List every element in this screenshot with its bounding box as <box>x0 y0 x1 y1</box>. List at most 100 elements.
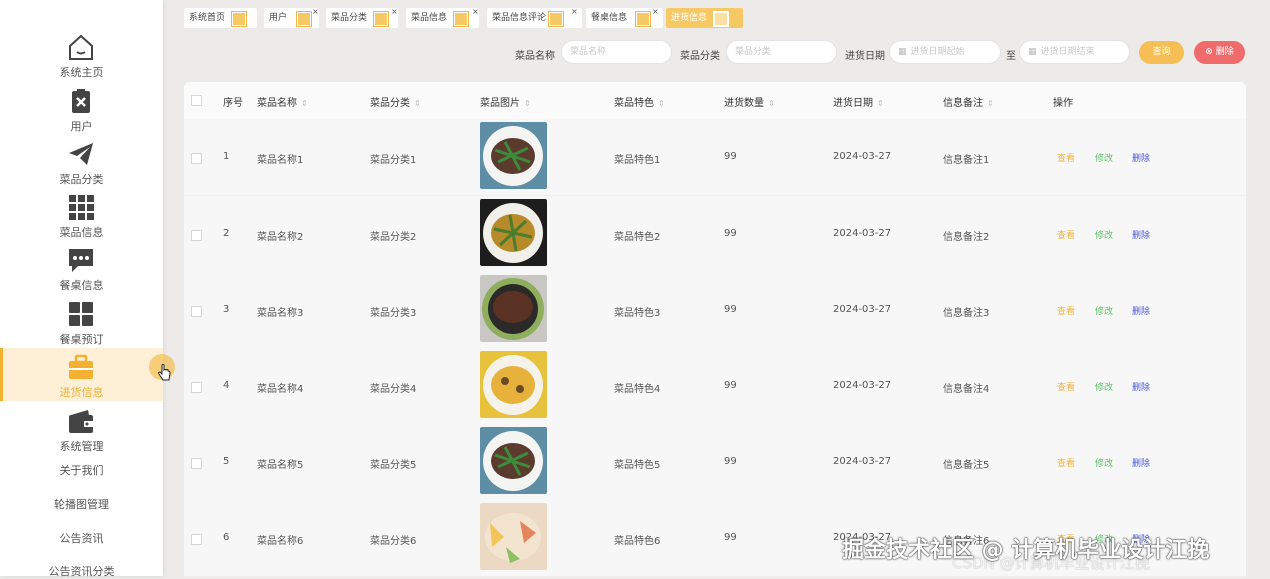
row-checkbox[interactable] <box>191 534 202 545</box>
dish-image[interactable] <box>480 503 547 570</box>
search-category-input[interactable]: 菜品分类 <box>726 40 837 64</box>
close-icon[interactable]: × <box>391 2 398 22</box>
date-start-input[interactable]: ▦ 进货日期起始 <box>889 40 1001 64</box>
tab-dish-category[interactable]: 菜品分类 × <box>326 7 398 28</box>
edit-link[interactable]: 修改 <box>1095 456 1113 469</box>
delete-link[interactable]: 删除 <box>1132 228 1150 241</box>
sort-icon[interactable]: ⇕ <box>877 99 884 108</box>
sidebar-item-label: 餐桌预订 <box>59 333 104 346</box>
tab-page-icon <box>373 11 389 27</box>
edit-link[interactable]: 修改 <box>1095 228 1113 241</box>
sidebar-link-about[interactable]: 关于我们 <box>0 462 163 478</box>
cell-category: 菜品分类3 <box>370 308 417 319</box>
select-all-checkbox[interactable] <box>191 95 202 106</box>
purchase-table: 序号 菜品名称 ⇕ 菜品分类 ⇕ 菜品图片 ⇕ 菜品特色 ⇕ 进货数量 ⇕ 进货日期 ⇕ 信… <box>184 82 1246 577</box>
sidebar-item-label: 系统管理 <box>59 440 104 453</box>
delete-circle-icon: ⊗ <box>1205 47 1216 57</box>
table-row: 2 菜品名称2 菜品分类2 菜品特色2 99 2024-03-27 信息备注2 … <box>184 196 1246 273</box>
cell-category: 菜品分类4 <box>370 384 417 395</box>
view-link[interactable]: 查看 <box>1057 380 1075 393</box>
view-link[interactable]: 查看 <box>1057 304 1075 317</box>
delete-button[interactable]: ⊗ 删除 <box>1194 41 1245 64</box>
close-icon[interactable]: × <box>652 2 659 22</box>
sort-icon[interactable]: ⇕ <box>524 99 531 108</box>
sidebar-item-purchase-info[interactable]: 进货信息 <box>0 348 163 401</box>
tab-label: 菜品信息评论 <box>492 13 547 23</box>
date-end-input[interactable]: ▦ 进货日期结束 <box>1019 40 1130 64</box>
sort-icon[interactable]: ⇕ <box>301 99 308 108</box>
cell-feature: 菜品特色1 <box>614 155 661 166</box>
search-date-label: 进货日期 <box>845 51 885 62</box>
edit-link[interactable]: 修改 <box>1095 151 1113 164</box>
search-button[interactable]: 查询 <box>1139 41 1184 64</box>
sidebar-item-dish-info[interactable]: 菜品信息 <box>0 188 163 241</box>
cell-date: 2024-03-27 <box>833 228 892 239</box>
dish-image[interactable] <box>480 351 547 418</box>
cell-date: 2024-03-27 <box>833 380 892 391</box>
sidebar: 系统主页 用户 菜品分类 菜品信息 餐桌信息 餐桌预订 进货信息 系统管理 关于… <box>0 0 163 579</box>
tab-label: 菜品信息 <box>411 13 448 23</box>
cell-index: 2 <box>223 228 230 239</box>
row-checkbox[interactable] <box>191 458 202 469</box>
sidebar-item-home[interactable]: 系统主页 <box>0 28 163 81</box>
edit-link[interactable]: 修改 <box>1095 380 1113 393</box>
cell-qty: 99 <box>724 151 737 162</box>
tab-home[interactable]: 系统首页 <box>184 8 257 28</box>
row-checkbox[interactable] <box>191 382 202 393</box>
sidebar-link-news-category[interactable]: 公告资讯分类 <box>0 563 163 579</box>
sidebar-link-carousel[interactable]: 轮播图管理 <box>0 496 163 512</box>
tab-dish-comment[interactable]: 菜品信息评论 × <box>487 7 582 28</box>
sort-icon[interactable]: ⇕ <box>987 99 994 108</box>
tab-dish-info[interactable]: 菜品信息 × <box>406 7 479 28</box>
home-icon <box>69 34 93 60</box>
view-link[interactable]: 查看 <box>1057 151 1075 164</box>
edit-link[interactable]: 修改 <box>1095 304 1113 317</box>
header-label: 菜品名称 <box>257 98 297 109</box>
header-feature[interactable]: 菜品特色 ⇕ <box>614 94 665 109</box>
table-row: 3 菜品名称3 菜品分类3 菜品特色3 99 2024-03-27 信息备注3 … <box>184 272 1246 349</box>
table-row: 1 菜品名称1 菜品分类1 菜品特色1 99 2024-03-27 信息备注1 … <box>184 119 1246 196</box>
sort-icon[interactable]: ⇕ <box>658 99 665 108</box>
dish-image[interactable] <box>480 275 547 342</box>
header-category[interactable]: 菜品分类 ⇕ <box>370 94 421 109</box>
sort-icon[interactable]: ⇕ <box>414 99 421 108</box>
row-checkbox[interactable] <box>191 306 202 317</box>
row-checkbox[interactable] <box>191 230 202 241</box>
tab-table-info[interactable]: 餐桌信息 × <box>586 7 663 28</box>
sidebar-link-news[interactable]: 公告资讯 <box>0 530 163 546</box>
header-name[interactable]: 菜品名称 ⇕ <box>257 94 308 109</box>
dish-image[interactable] <box>480 427 547 494</box>
delete-link[interactable]: 删除 <box>1132 304 1150 317</box>
close-icon[interactable]: × <box>472 2 479 22</box>
paper-plane-icon <box>69 143 93 165</box>
sidebar-item-system[interactable]: 系统管理 <box>0 402 163 455</box>
sidebar-item-table-booking[interactable]: 餐桌预订 <box>0 295 163 348</box>
close-icon[interactable]: × <box>571 2 578 22</box>
close-icon[interactable]: × <box>312 2 319 22</box>
delete-link[interactable]: 删除 <box>1132 456 1150 469</box>
row-checkbox[interactable] <box>191 153 202 164</box>
tab-user[interactable]: 用户 × <box>264 7 319 28</box>
tab-purchase-info[interactable]: 进货信息 <box>666 8 743 28</box>
delete-link[interactable]: 删除 <box>1132 151 1150 164</box>
dish-image[interactable] <box>480 122 547 189</box>
date-start-placeholder: 进货日期起始 <box>910 47 965 57</box>
sidebar-item-table-info[interactable]: 餐桌信息 <box>0 241 163 294</box>
cell-qty: 99 <box>724 380 737 391</box>
header-label: 菜品特色 <box>614 98 654 109</box>
sort-icon[interactable]: ⇕ <box>768 99 775 108</box>
header-qty[interactable]: 进货数量 ⇕ <box>724 94 775 109</box>
view-link[interactable]: 查看 <box>1057 228 1075 241</box>
delete-link[interactable]: 删除 <box>1132 380 1150 393</box>
header-date[interactable]: 进货日期 ⇕ <box>833 94 884 109</box>
user-clipboard-icon <box>72 89 90 113</box>
header-image[interactable]: 菜品图片 ⇕ <box>480 94 531 109</box>
search-name-input[interactable]: 菜品名称 <box>561 40 672 64</box>
dish-image[interactable] <box>480 199 547 266</box>
header-label: 菜品分类 <box>370 98 410 109</box>
sidebar-item-label: 用户 <box>70 120 93 133</box>
header-note[interactable]: 信息备注 ⇕ <box>943 94 994 109</box>
view-link[interactable]: 查看 <box>1057 456 1075 469</box>
sidebar-item-user[interactable]: 用户 <box>0 82 163 135</box>
sidebar-item-dish-category[interactable]: 菜品分类 <box>0 135 163 188</box>
